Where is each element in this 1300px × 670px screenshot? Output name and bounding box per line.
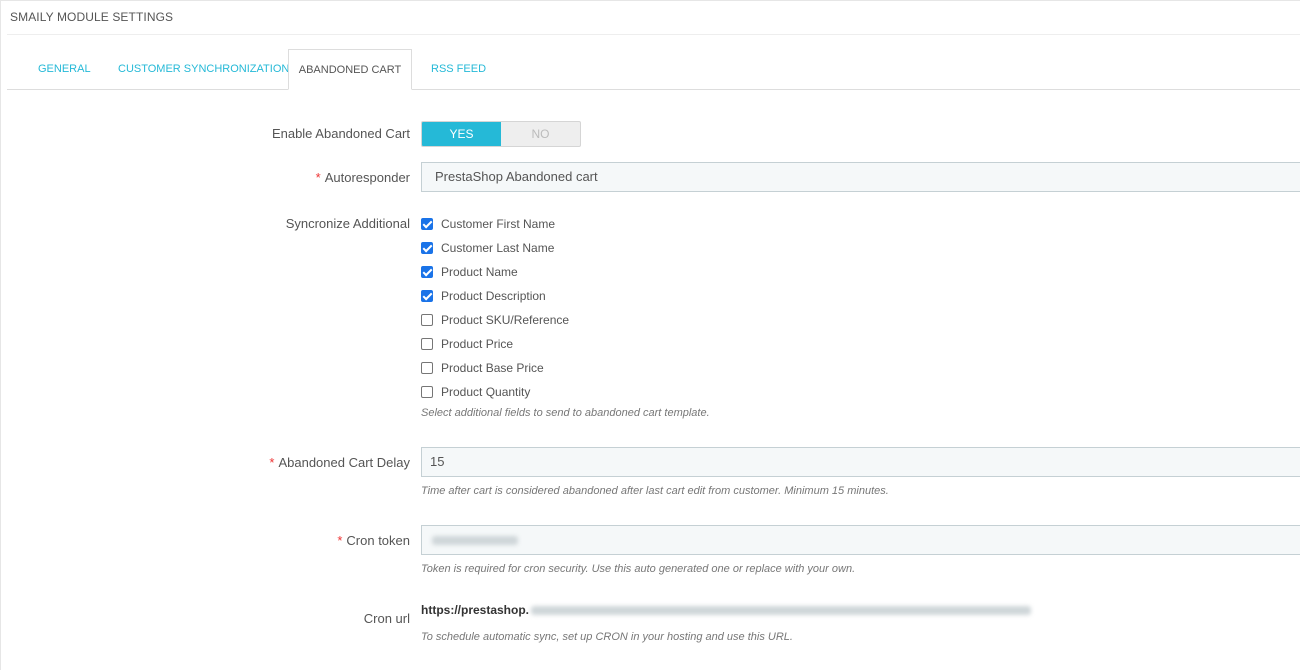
tab-general[interactable]: GENERAL	[38, 49, 91, 89]
toggle-no[interactable]: NO	[501, 122, 580, 146]
delay-label-text: Abandoned Cart Delay	[278, 455, 410, 470]
checkbox-label: Product Base Price	[441, 361, 544, 375]
token-label: * Cron token	[337, 533, 410, 548]
token-input[interactable]	[421, 525, 1300, 555]
checkbox-icon[interactable]	[421, 362, 433, 374]
checkbox-icon[interactable]	[421, 266, 433, 278]
token-help-text: Token is required for cron security. Use…	[421, 563, 856, 575]
checkbox-label: Product SKU/Reference	[441, 313, 570, 327]
enable-label: Enable Abandoned Cart	[271, 126, 410, 141]
heading-divider	[7, 34, 1300, 35]
required-mark: *	[337, 533, 343, 548]
autoresponder-label: * Autoresponder	[316, 170, 410, 185]
checkbox-product-base-price[interactable]: Product Base Price	[421, 359, 544, 377]
checkbox-icon[interactable]	[421, 290, 433, 302]
delay-input[interactable]: 15	[421, 447, 1300, 477]
token-label-text: Cron token	[346, 533, 410, 548]
checkbox-icon[interactable]	[421, 386, 433, 398]
checkbox-icon[interactable]	[421, 242, 433, 254]
checkbox-label: Customer Last Name	[441, 241, 555, 255]
panel-title: SMAILY MODULE SETTINGS	[10, 10, 174, 24]
tab-abandoned-cart[interactable]: ABANDONED CART	[288, 49, 412, 90]
checkbox-product-description[interactable]: Product Description	[421, 287, 546, 305]
tab-bar: GENERAL CUSTOMER SYNCHRONIZATION ABANDON…	[7, 49, 1300, 90]
checkbox-product-name[interactable]: Product Name	[421, 263, 518, 281]
checkbox-product-price[interactable]: Product Price	[421, 335, 513, 353]
checkbox-customer-last-name[interactable]: Customer Last Name	[421, 239, 554, 257]
cron-url-prefix: https://prestashop.	[421, 603, 530, 617]
checkbox-product-sku[interactable]: Product SKU/Reference	[421, 311, 569, 329]
delay-help-text: Time after cart is considered abandoned …	[421, 485, 889, 497]
delay-label: * Abandoned Cart Delay	[269, 455, 410, 470]
checkbox-icon[interactable]	[421, 314, 433, 326]
sync-help-text: Select additional fields to send to aban…	[421, 407, 710, 419]
checkbox-icon[interactable]	[421, 218, 433, 230]
checkbox-label: Product Quantity	[441, 385, 531, 399]
checkbox-label: Product Description	[441, 289, 546, 303]
autoresponder-label-text: Autoresponder	[324, 170, 410, 185]
checkbox-customer-first-name[interactable]: Customer First Name	[421, 215, 555, 233]
checkbox-label: Product Price	[441, 337, 514, 351]
checkbox-icon[interactable]	[421, 338, 433, 350]
checkbox-label: Customer First Name	[441, 217, 556, 231]
tab-customer-synchronization[interactable]: CUSTOMER SYNCHRONIZATION	[118, 49, 289, 89]
autoresponder-select[interactable]: PrestaShop Abandoned cart	[421, 162, 1300, 192]
sync-label: Syncronize Additional	[285, 216, 410, 231]
redacted-token	[432, 536, 518, 546]
required-mark: *	[315, 170, 321, 185]
settings-panel: SMAILY MODULE SETTINGS GENERAL CUSTOMER …	[0, 0, 1300, 670]
cron-url-value: https://prestashop.	[421, 603, 1032, 617]
checkbox-product-quantity[interactable]: Product Quantity	[421, 383, 530, 401]
cron-url-label: Cron url	[363, 611, 410, 626]
checkbox-label: Product Name	[441, 265, 518, 279]
enable-toggle[interactable]: YES NO	[421, 121, 581, 147]
required-mark: *	[269, 455, 275, 470]
tab-rss-feed[interactable]: RSS FEED	[431, 49, 486, 89]
cron-help-text: To schedule automatic sync, set up CRON …	[421, 631, 793, 643]
toggle-yes[interactable]: YES	[422, 122, 501, 146]
redacted-url	[531, 606, 1032, 616]
